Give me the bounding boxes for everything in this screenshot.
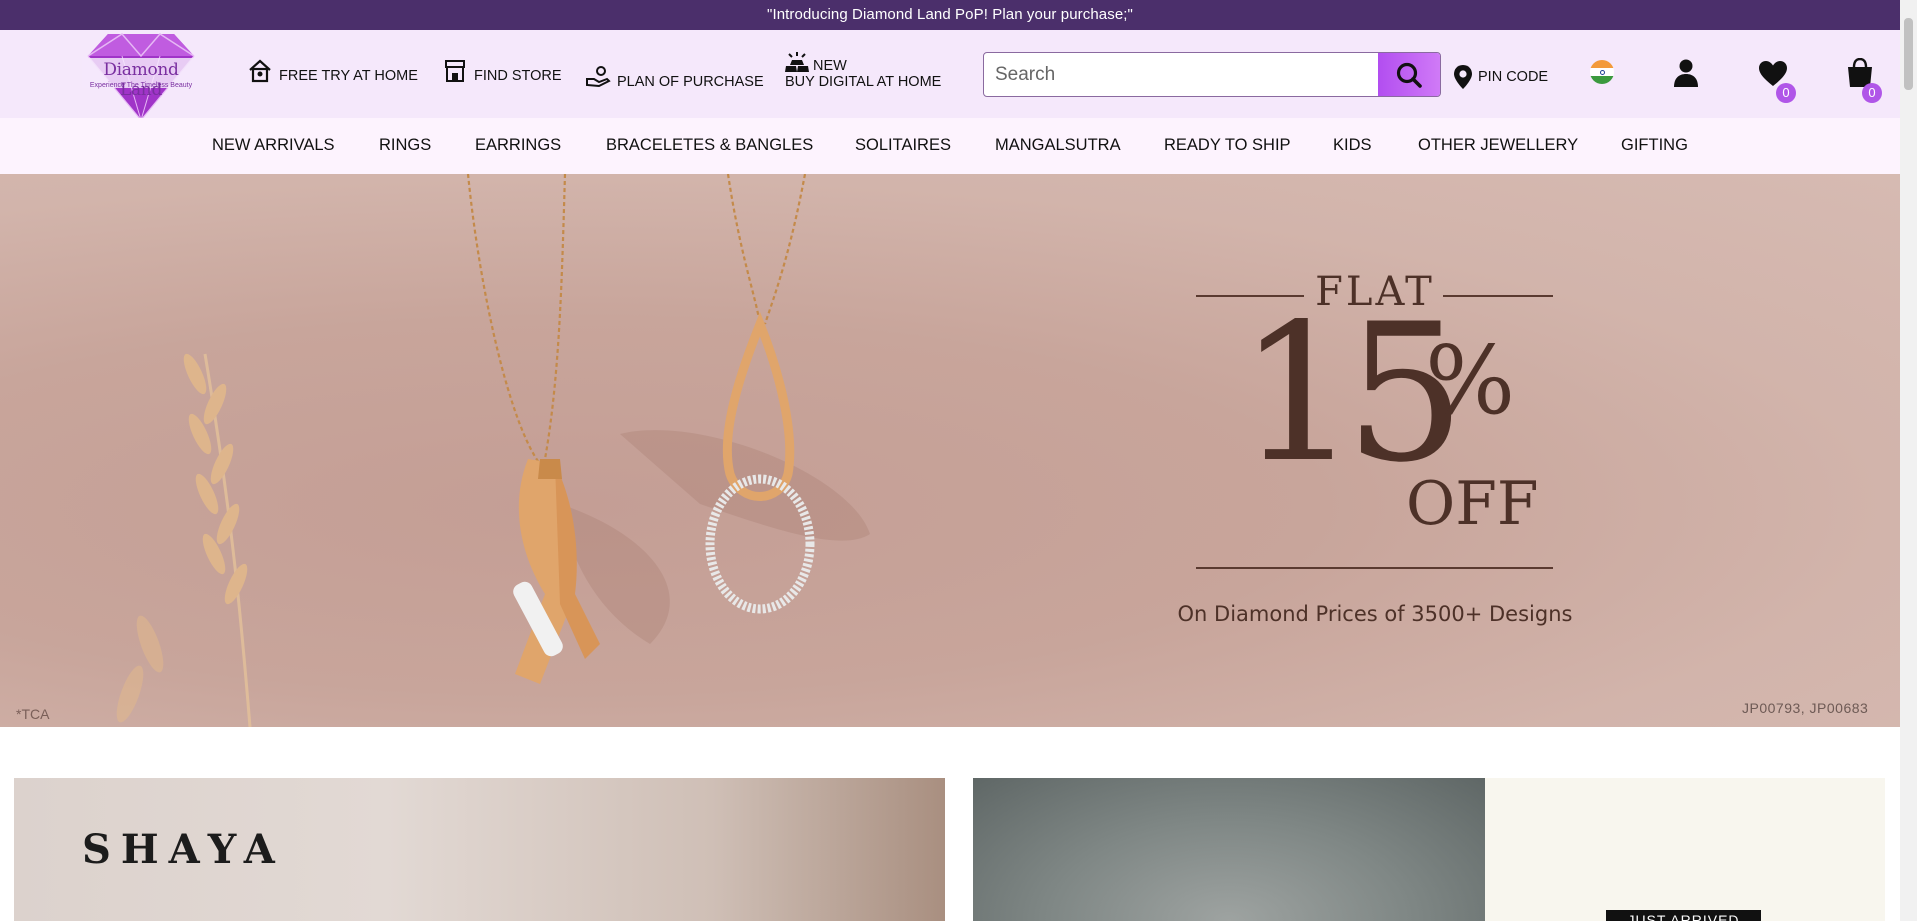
- site-header: Diamond Land Experience The Timeless Bea…: [0, 30, 1900, 121]
- announcement-text: "Introducing Diamond Land PoP! Plan your…: [767, 6, 1133, 23]
- scrollbar-thumb[interactable]: [1904, 18, 1913, 90]
- pin-code-button[interactable]: PIN CODE: [1452, 64, 1548, 90]
- hero-discount-number: 15: [1238, 283, 1466, 504]
- plan-of-purchase-link[interactable]: PLAN OF PURCHASE: [585, 64, 764, 90]
- nav-kids[interactable]: KIDS: [1333, 136, 1372, 155]
- nav-mangalsutra[interactable]: MANGALSUTRA: [995, 136, 1121, 155]
- find-store-label: FIND STORE: [474, 68, 562, 84]
- pin-code-label: PIN CODE: [1478, 69, 1549, 85]
- account-button[interactable]: [1673, 58, 1699, 93]
- hero-product-codes: JP00793, JP00683: [1742, 700, 1869, 716]
- hero-rule-bottom: [1196, 567, 1553, 569]
- digital-gold-icon: [785, 52, 809, 72]
- home-icon: [249, 59, 271, 83]
- announcement-bar: "Introducing Diamond Land PoP! Plan your…: [0, 0, 1900, 30]
- cart-button[interactable]: 0: [1846, 57, 1882, 103]
- find-store-link[interactable]: FIND STORE: [442, 58, 562, 84]
- store-icon: [445, 60, 465, 82]
- main-nav: NEW ARRIVALS RINGS EARRINGS BRACELETES &…: [0, 118, 1900, 174]
- hero-percent-sign: %: [1425, 326, 1516, 436]
- just-arrived-card[interactable]: JUST ARRIVED: [1485, 778, 1885, 921]
- free-try-label: FREE TRY AT HOME: [279, 68, 418, 84]
- nav-gifting[interactable]: GIFTING: [1621, 136, 1688, 155]
- nav-solitaires[interactable]: SOLITAIRES: [855, 136, 951, 155]
- wishlist-count-badge: 0: [1776, 83, 1796, 103]
- india-flag-icon[interactable]: [1590, 60, 1614, 84]
- pendant-chains: [466, 174, 807, 465]
- search-button[interactable]: [1378, 53, 1440, 96]
- hero-banner[interactable]: FLAT 15 % OFF On Diamond Prices of 3500+…: [0, 174, 1900, 727]
- promo-card-image[interactable]: [973, 778, 1485, 921]
- nav-bracelets-bangles[interactable]: BRACELETES & BANGLES: [606, 136, 813, 155]
- user-icon: [1674, 59, 1698, 87]
- plan-of-purchase-label: PLAN OF PURCHASE: [617, 74, 764, 90]
- hero-subtitle: On Diamond Prices of 3500+ Designs: [1177, 602, 1573, 626]
- hero-off-text: OFF: [1406, 469, 1539, 539]
- logo[interactable]: Diamond Land Experience The Timeless Bea…: [82, 30, 200, 121]
- hero-jewellery-image: [116, 174, 870, 727]
- page-scrollbar[interactable]: [1900, 0, 1917, 921]
- hero-disclaimer: *TCA: [16, 706, 50, 722]
- nav-earrings[interactable]: EARRINGS: [475, 136, 561, 155]
- hand-coin-icon: [586, 66, 611, 88]
- nav-new-arrivals[interactable]: NEW ARRIVALS: [212, 136, 335, 155]
- shaya-promo-card[interactable]: SHAYA: [14, 778, 945, 921]
- logo-brand: Diamond Land: [103, 60, 179, 100]
- just-arrived-badge: JUST ARRIVED: [1606, 910, 1761, 921]
- nav-rings[interactable]: RINGS: [379, 136, 431, 155]
- logo-tagline: Experience The Timeless Beauty: [89, 82, 193, 89]
- cart-count-badge: 0: [1862, 83, 1882, 103]
- shaya-logo-text: SHAYA: [82, 826, 285, 873]
- location-pin-icon: [1454, 65, 1472, 89]
- nav-other-jewellery[interactable]: OTHER JEWELLERY: [1418, 136, 1578, 155]
- buy-digital-link[interactable]: NEW BUY DIGITAL AT HOME: [785, 52, 941, 90]
- free-try-at-home-link[interactable]: FREE TRY AT HOME: [247, 58, 418, 84]
- search-input[interactable]: [984, 53, 1378, 96]
- wishlist-button[interactable]: 0: [1758, 60, 1796, 103]
- wheat-illustration: [116, 353, 252, 727]
- new-label: NEW: [813, 58, 847, 74]
- search-bar: [983, 52, 1441, 97]
- buy-digital-label: BUY DIGITAL AT HOME: [785, 74, 942, 90]
- nav-ready-to-ship[interactable]: READY TO SHIP: [1164, 136, 1291, 155]
- search-icon: [1396, 62, 1422, 88]
